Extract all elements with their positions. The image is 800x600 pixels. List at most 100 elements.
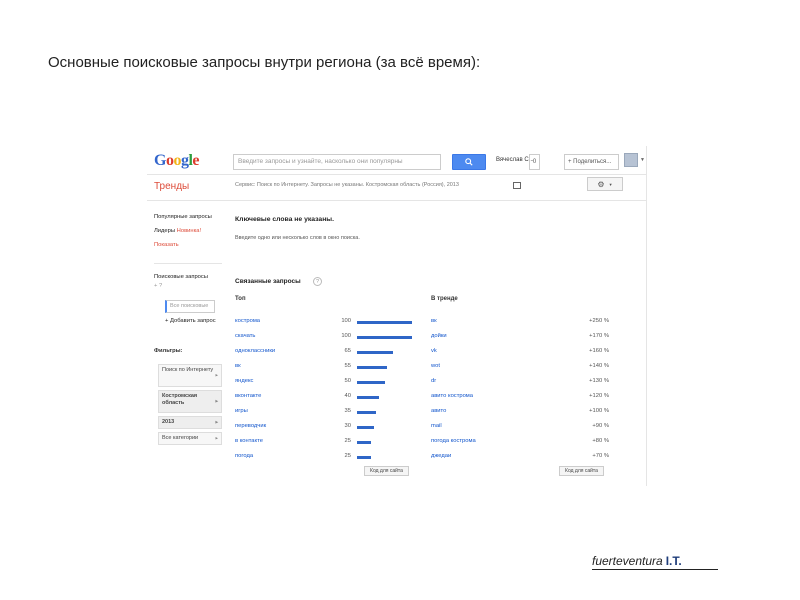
query-growth: +130 % [589, 378, 609, 384]
value-bar [357, 321, 412, 324]
top-query-row[interactable]: скачать 100 [235, 330, 415, 345]
filter-category[interactable]: Все категории ▸ [158, 432, 222, 445]
settings-button[interactable]: ⚙ ▼ [587, 177, 623, 191]
filter-service[interactable]: Поиск по Интернету ▸ [158, 364, 222, 387]
value-bar [357, 426, 374, 429]
sidebar-item-popular[interactable]: Популярные запросы [154, 214, 212, 220]
query-link[interactable]: mail [431, 423, 442, 429]
query-value: 30 [344, 423, 351, 429]
filter-year[interactable]: 2013 ▸ [158, 416, 222, 429]
logo-letter: G [154, 152, 166, 169]
top-query-row[interactable]: игры 35 [235, 405, 415, 420]
query-value: 100 [341, 318, 351, 324]
query-link[interactable]: скачать [235, 333, 255, 339]
chevron-right-icon: ▸ [215, 419, 218, 425]
query-link[interactable]: авито [431, 408, 446, 414]
help-icon[interactable]: ? [313, 277, 322, 286]
trend-query-row[interactable]: vk +160 % [431, 345, 611, 360]
query-link[interactable]: яндекс [235, 378, 253, 384]
trend-query-row[interactable]: авито +100 % [431, 405, 611, 420]
add-query-link[interactable]: + Добавить запрос [165, 318, 216, 324]
no-keywords-heading: Ключевые слова не указаны. [235, 216, 334, 223]
query-link[interactable]: джедаи [431, 453, 451, 459]
grid-icon[interactable] [513, 182, 521, 189]
value-bar [357, 336, 412, 339]
chevron-down-icon[interactable]: ▼ [640, 157, 645, 163]
trend-query-row[interactable]: авито кострома +120 % [431, 390, 611, 405]
query-link[interactable]: погода [235, 453, 253, 459]
query-link[interactable]: в контакте [235, 438, 263, 444]
filters-label: Фильтры: [154, 348, 183, 354]
trend-query-row[interactable]: wot +140 % [431, 360, 611, 375]
filter-region[interactable]: Костромская область ▸ [158, 390, 222, 413]
query-link[interactable]: wot [431, 363, 440, 369]
value-bar [357, 381, 385, 384]
query-link[interactable]: vk [431, 348, 437, 354]
trend-query-row[interactable]: погода кострома +80 % [431, 435, 611, 450]
top-query-row[interactable]: яндекс 50 [235, 375, 415, 390]
embed-code-button[interactable]: Код для сайта [364, 466, 409, 476]
chevron-down-icon: ▼ [608, 181, 613, 187]
query-growth: +250 % [589, 318, 609, 324]
search-button[interactable] [452, 154, 486, 170]
sidebar-item-label: Лидеры [154, 228, 176, 234]
value-bar [357, 351, 393, 354]
avatar[interactable] [624, 153, 638, 167]
filter-label: Костромская область [162, 393, 198, 406]
query-link[interactable]: игры [235, 408, 248, 414]
query-link[interactable]: погода кострома [431, 438, 476, 444]
sidebar-item-show[interactable]: Показать [154, 242, 179, 248]
value-bar [357, 366, 388, 369]
query-value: 25 [344, 453, 351, 459]
query-link[interactable]: одноклассники [235, 348, 275, 354]
subheader-divider [147, 200, 647, 201]
top-query-row[interactable]: погода 25 [235, 450, 415, 465]
query-link[interactable]: кострома [235, 318, 260, 324]
query-link[interactable]: dr [431, 378, 436, 384]
query-growth: +70 % [592, 453, 609, 459]
query-link[interactable]: авито кострома [431, 393, 473, 399]
query-link[interactable]: вконтакте [235, 393, 261, 399]
search-input[interactable]: Введите запросы и узнайте, насколько они… [233, 154, 441, 170]
filter-label: 2013 [162, 419, 175, 425]
query-growth: +90 % [592, 423, 609, 429]
sidebar-item-leaders[interactable]: Лидеры Новинка! [154, 228, 201, 234]
top-query-row[interactable]: переводчик 30 [235, 420, 415, 435]
header-divider [147, 174, 647, 175]
query-growth: +120 % [589, 393, 609, 399]
value-bar [357, 396, 379, 399]
query-link[interactable]: переводчик [235, 423, 266, 429]
query-growth: +140 % [589, 363, 609, 369]
query-input[interactable]: Все поисковые [165, 300, 215, 313]
search-icon [465, 158, 473, 166]
notification-count[interactable]: 0 [529, 154, 540, 170]
google-logo[interactable]: Google [154, 152, 199, 170]
trend-query-row[interactable]: dr +130 % [431, 375, 611, 390]
service-text: Сервис: Поиск по Интернету. Запросы не у… [235, 182, 459, 188]
slide-title: Основные поисковые запросы внутри регион… [48, 54, 481, 71]
trend-query-row[interactable]: вк +250 % [431, 315, 611, 330]
sidebar-divider [154, 263, 222, 264]
top-query-row[interactable]: кострома 100 [235, 315, 415, 330]
query-value: 65 [344, 348, 351, 354]
value-bar [357, 456, 371, 459]
query-link[interactable]: вк [431, 318, 437, 324]
trend-query-row[interactable]: mail +90 % [431, 420, 611, 435]
new-badge: Новинка! [176, 228, 202, 234]
share-button[interactable]: + Поделиться... [564, 154, 619, 170]
top-query-row[interactable]: вк 55 [235, 360, 415, 375]
query-value: 100 [341, 333, 351, 339]
app-title[interactable]: Тренды [154, 181, 189, 192]
top-query-row[interactable]: вконтакте 40 [235, 390, 415, 405]
query-link[interactable]: вк [235, 363, 241, 369]
top-query-row[interactable]: в контакте 25 [235, 435, 415, 450]
query-value: 25 [344, 438, 351, 444]
trend-query-row[interactable]: джедаи +70 % [431, 450, 611, 465]
brand-underline [592, 569, 718, 570]
top-query-row[interactable]: одноклассники 65 [235, 345, 415, 360]
query-link[interactable]: дойки [431, 333, 447, 339]
add-remove-icons[interactable]: + ? [154, 283, 162, 289]
embed-code-button[interactable]: Код для сайта [559, 466, 604, 476]
no-keywords-hint: Введите одно или несколько слов в окно п… [235, 235, 360, 241]
trend-query-row[interactable]: дойки +170 % [431, 330, 611, 345]
